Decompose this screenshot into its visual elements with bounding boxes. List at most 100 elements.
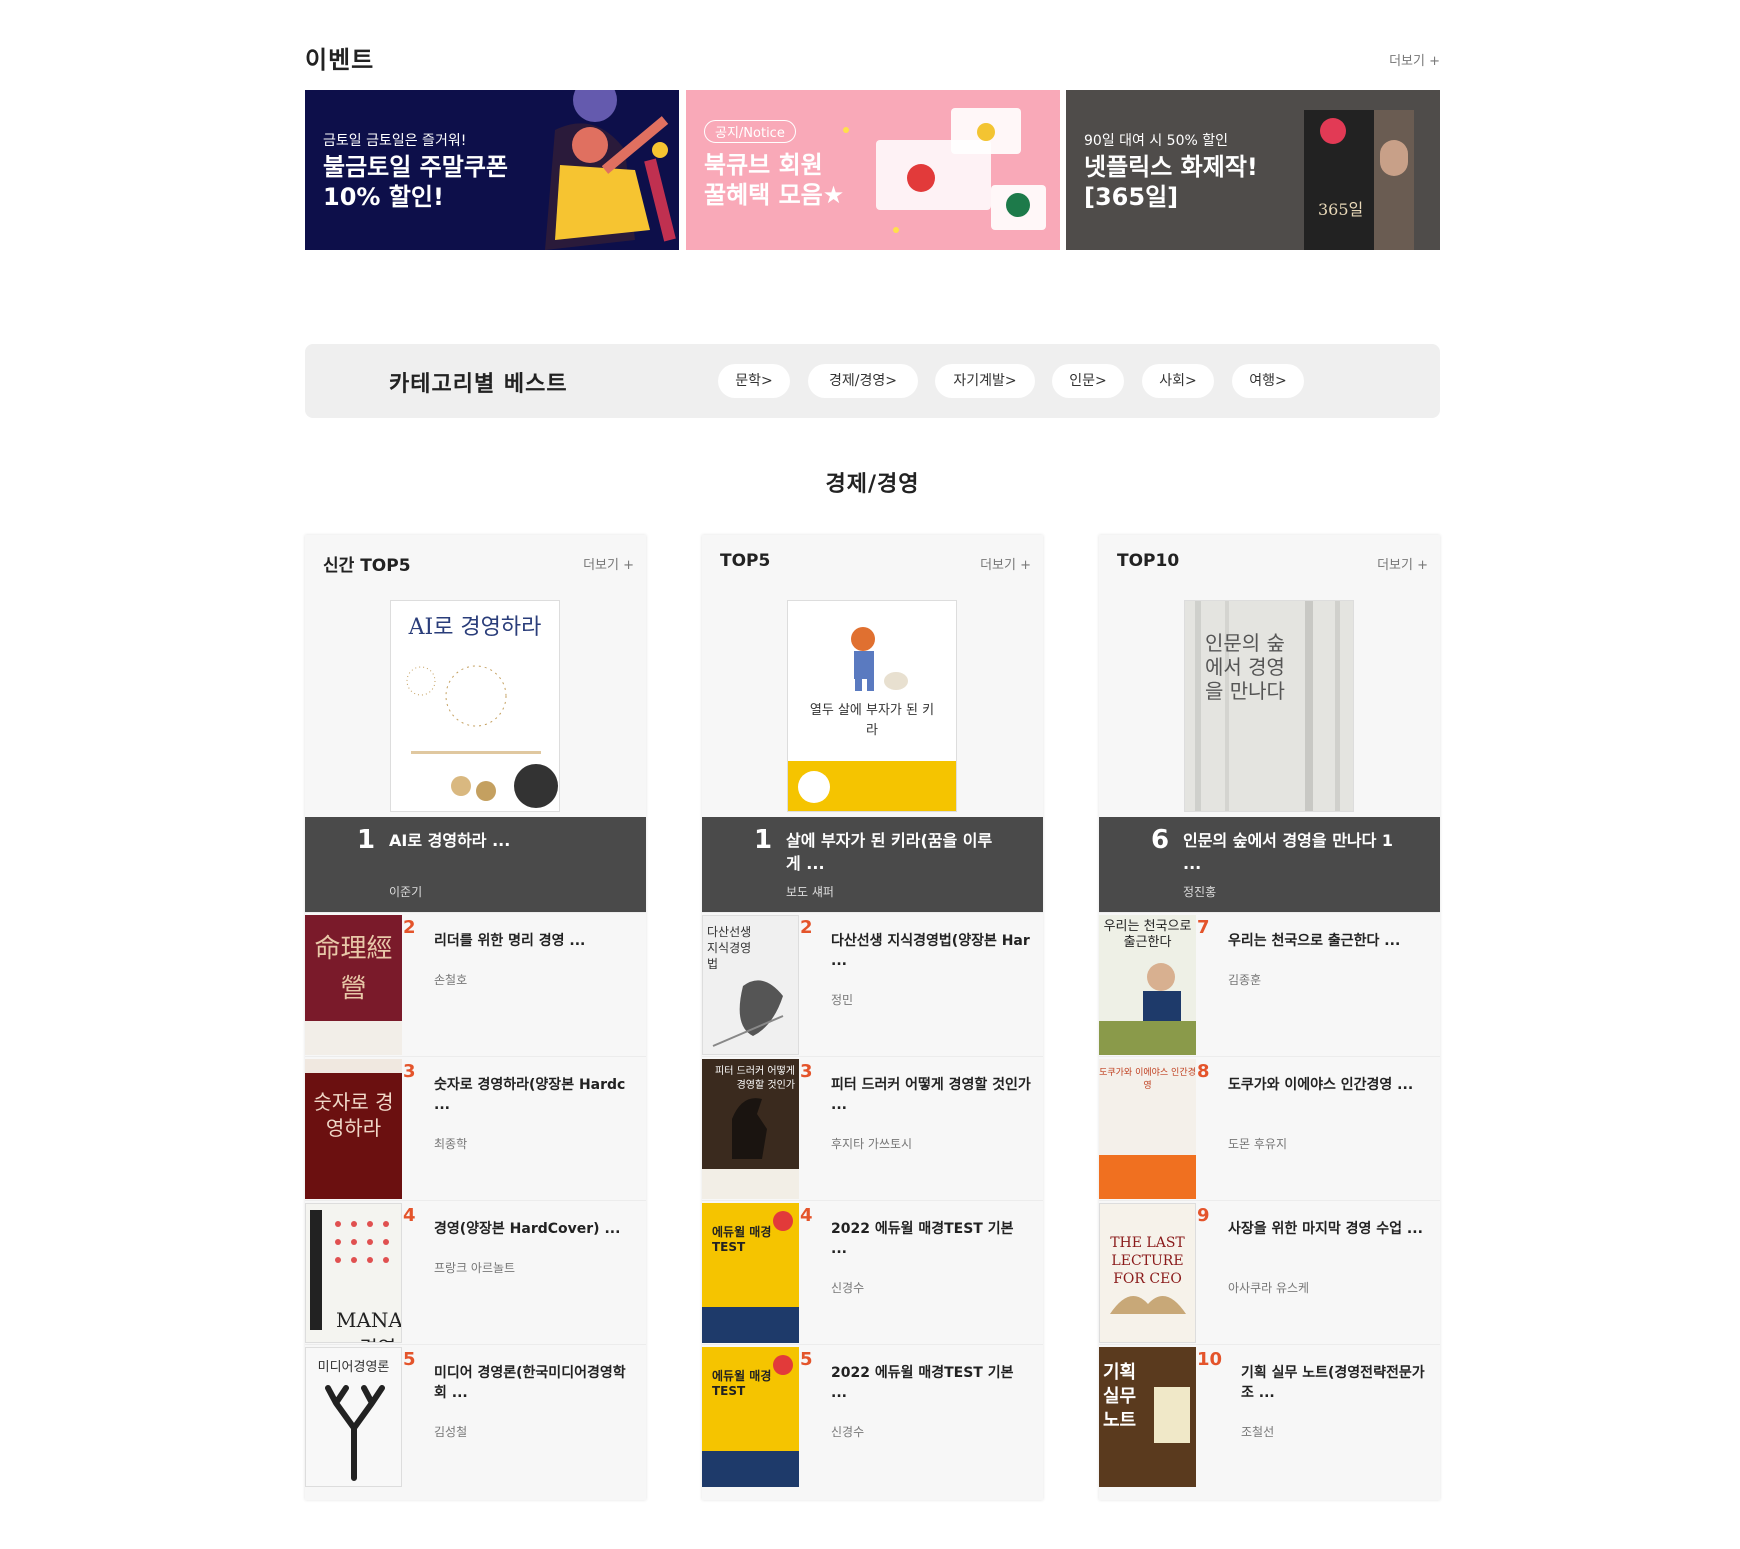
tree-illustration — [325, 1385, 385, 1481]
item-author: 후지타 가쓰토시 — [831, 1137, 913, 1151]
open-book-icon — [1110, 1296, 1186, 1314]
book-cover-365: 365일 — [1304, 110, 1414, 250]
list-item[interactable]: 에듀윌 매경TEST 5 2022 에듀윌 매경TEST 기본 ... 신경수 — [702, 1344, 1043, 1488]
item-author: 신경수 — [831, 1281, 865, 1295]
hero-rank: 6 — [1151, 825, 1170, 855]
hero-rank: 1 — [754, 825, 773, 855]
hero-book-cover[interactable]: AI로 경영하라 — [390, 600, 560, 812]
list-item[interactable]: 도쿠가와 이에야스 인간경영 8 도쿠가와 이에야스 인간경영 ... 도몬 후… — [1099, 1056, 1440, 1200]
book-thumbnail: THE LAST LECTURE FOR CEO — [1099, 1203, 1196, 1343]
item-rank: 7 — [1197, 917, 1210, 938]
column-more-link[interactable]: 더보기 + — [583, 554, 634, 573]
category-pill-literature[interactable]: 문학> — [718, 364, 790, 398]
item-title: 2022 에듀윌 매경TEST 기본 ... — [831, 1221, 1014, 1257]
hero-book-info[interactable]: 6 인문의 숲에서 경영을 만나다 1 ... 정진홍 — [1099, 817, 1440, 912]
list-item[interactable]: 에듀윌 매경TEST 4 2022 에듀윌 매경TEST 기본 ... 신경수 — [702, 1200, 1043, 1344]
book-thumbnail: 다산선생 지식경영법 — [702, 915, 799, 1055]
top10-column: TOP10 더보기 + 인문의 숲에서 경영을 만나다 6 인문의 숲에서 경영… — [1099, 535, 1440, 1500]
badge-icon — [773, 1355, 793, 1375]
item-title: 미디어 경영론(한국미디어경영학회 ... — [434, 1365, 626, 1401]
list-item[interactable]: THE LAST LECTURE FOR CEO 9 사장을 위한 마지막 경영… — [1099, 1200, 1440, 1344]
item-author: 도몬 후유지 — [1228, 1137, 1288, 1151]
hero-book-cover[interactable]: 열두 살에 부자가 된 키라 — [787, 600, 957, 812]
item-title: 기획 실무 노트(경영전략전문가 조 ... — [1241, 1365, 1425, 1401]
hero-book-author: 정진홍 — [1183, 885, 1217, 899]
banner-subtitle: 금토일 금토일은 즐거워! — [323, 133, 467, 149]
hero-book-info[interactable]: 1 살에 부자가 된 키라(꿈을 이루게 ... 보도 섀퍼 — [702, 817, 1043, 912]
item-author: 조철선 — [1241, 1425, 1275, 1439]
column-more-link[interactable]: 더보기 + — [1377, 554, 1428, 573]
item-author: 정민 — [831, 993, 854, 1007]
item-title: 2022 에듀윌 매경TEST 기본 ... — [831, 1365, 1014, 1401]
item-author: 신경수 — [831, 1425, 865, 1439]
book-thumbnail: 숫자로 경영하라 — [305, 1059, 402, 1199]
event-banner-weekend-coupon[interactable]: 금토일 금토일은 즐거워! 불금토일 주말쿠폰 10% 할인! — [305, 90, 679, 250]
category-section-title: 경제/경영 — [825, 472, 920, 497]
item-author: 아사쿠라 유스케 — [1228, 1281, 1310, 1295]
category-pill-economy[interactable]: 경제/경영> — [808, 364, 918, 398]
cover-title: 365일 — [1318, 200, 1364, 219]
item-rank: 10 — [1197, 1349, 1223, 1370]
event-banner-365-days[interactable]: 365일 90일 대여 시 50% 할인 넷플릭스 화제작! [365일] — [1066, 90, 1440, 250]
category-pill-humanities[interactable]: 인문> — [1052, 364, 1124, 398]
new-top5-column: 신간 TOP5 더보기 + AI로 경영하라 1 AI로 경영하라 ... 이준… — [305, 535, 646, 1500]
column-more-link[interactable]: 더보기 + — [980, 554, 1031, 573]
category-best-title: 카테고리별 베스트 — [389, 372, 568, 397]
column-title: TOP5 — [720, 551, 771, 571]
book-thumbnail: 도쿠가와 이에야스 인간경영 — [1099, 1059, 1196, 1199]
list-item[interactable]: 미디어경영론 5 미디어 경영론(한국미디어경영학회 ... 김성철 — [305, 1344, 646, 1488]
hero-rank: 1 — [357, 825, 376, 855]
event-banner-member-benefits[interactable]: 공지/Notice 북큐브 회원 꿀혜택 모음★ — [686, 90, 1060, 250]
book-thumbnail: 기획 실무노트 — [1099, 1347, 1196, 1487]
column-title: TOP10 — [1117, 551, 1180, 571]
book-thumbnail: 에듀윌 매경TEST — [702, 1203, 799, 1343]
item-rank: 3 — [800, 1061, 813, 1082]
item-title: 도쿠가와 이에야스 인간경영 ... — [1228, 1077, 1414, 1093]
item-title: 숫자로 경영하라(양장본 Hardc ... — [434, 1077, 626, 1113]
hero-book-cover[interactable]: 인문의 숲에서 경영을 만나다 — [1184, 600, 1354, 812]
item-rank: 2 — [403, 917, 416, 938]
list-item[interactable]: 기획 실무노트 10 기획 실무 노트(경영전략전문가 조 ... 조철선 — [1099, 1344, 1440, 1488]
category-pill-travel[interactable]: 여행> — [1232, 364, 1304, 398]
item-rank: 5 — [403, 1349, 416, 1370]
item-rank: 9 — [1197, 1205, 1210, 1226]
list-item[interactable]: 숫자로 경영하라 3 숫자로 경영하라(양장본 Hardc ... 최종학 — [305, 1056, 646, 1200]
item-author: 손철호 — [434, 973, 468, 987]
category-pill-self-development[interactable]: 자기계발> — [935, 364, 1035, 398]
notice-pill: 공지/Notice — [704, 120, 796, 143]
hero-book-info[interactable]: 1 AI로 경영하라 ... 이준기 — [305, 817, 646, 912]
banner-headline: 불금토일 주말쿠폰 10% 할인! — [323, 153, 508, 211]
item-rank: 2 — [800, 917, 813, 938]
category-pill-society[interactable]: 사회> — [1142, 364, 1214, 398]
top5-column: TOP5 더보기 + 열두 살에 부자가 된 키라 1 살에 부자가 된 키라(… — [702, 535, 1043, 1500]
item-rank: 4 — [403, 1205, 416, 1226]
notebook-icon — [1154, 1387, 1190, 1443]
badge-icon — [773, 1211, 793, 1231]
network-illustration — [406, 665, 558, 808]
events-more-link[interactable]: 더보기 + — [1389, 50, 1440, 69]
item-author: 최종학 — [434, 1137, 468, 1151]
book-thumbnail: 우리는 천국으로 출근한다 — [1099, 915, 1196, 1055]
list-item[interactable]: 우리는 천국으로 출근한다 7 우리는 천국으로 출근한다 ... 김종훈 — [1099, 912, 1440, 1056]
item-author: 김성철 — [434, 1425, 468, 1439]
hero-book-author: 보도 섀퍼 — [786, 885, 834, 899]
list-item[interactable]: 피터 드러커 어떻게 경영할 것인가 3 피터 드러커 어떻게 경영할 것인가 … — [702, 1056, 1043, 1200]
banner-headline: 북큐브 회원 꿀혜택 모음★ — [704, 151, 845, 209]
list-item[interactable]: MANAGEMENT 경영 4 경영(양장본 HardCover) ... 프랑… — [305, 1200, 646, 1344]
item-title: 경영(양장본 HardCover) ... — [434, 1221, 621, 1237]
item-rank: 5 — [800, 1349, 813, 1370]
events-title: 이벤트 — [305, 46, 375, 74]
book-thumbnail: 미디어경영론 — [305, 1347, 402, 1487]
hero-book-title: AI로 경영하라 ... — [389, 831, 511, 850]
book-thumbnail: 피터 드러커 어떻게 경영할 것인가 — [702, 1059, 799, 1199]
list-item[interactable]: 命理經營 2 리더를 위한 명리 경영 ... 손철호 — [305, 912, 646, 1056]
book-thumbnail: MANAGEMENT 경영 — [305, 1203, 402, 1343]
item-author: 김종훈 — [1228, 973, 1262, 987]
person-illustration — [1099, 963, 1196, 1055]
hero-book-title: 인문의 숲에서 경영을 만나다 1 ... — [1183, 831, 1394, 873]
portrait-illustration — [1380, 140, 1408, 176]
item-title: 리더를 위한 명리 경영 ... — [434, 933, 586, 949]
events-header: 이벤트 더보기 + — [305, 40, 1440, 80]
chess-knight-icon — [702, 1098, 799, 1199]
list-item[interactable]: 다산선생 지식경영법 2 다산선생 지식경영법(양장본 Har ... 정민 — [702, 912, 1043, 1056]
